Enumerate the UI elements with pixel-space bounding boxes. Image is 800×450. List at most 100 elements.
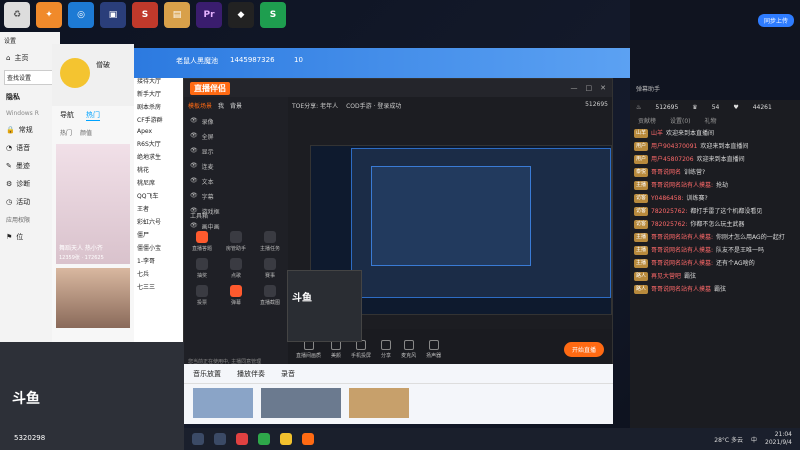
eye-icon[interactable]: 👁 bbox=[190, 177, 198, 186]
search-tool-icon[interactable]: S bbox=[132, 2, 158, 28]
subtab-looks[interactable]: 颜值 bbox=[80, 128, 92, 137]
tab-me[interactable]: 我 bbox=[218, 101, 224, 110]
tab-bg[interactable]: 背景 bbox=[230, 101, 242, 110]
group-item[interactable]: 僵尸 bbox=[134, 228, 184, 241]
tool-button[interactable]: 点歌 bbox=[222, 258, 250, 279]
danmu-username[interactable]: 哥哥说网名站有人摸墓: bbox=[651, 259, 713, 268]
strip-tab[interactable]: 音乐放置 bbox=[193, 369, 221, 379]
settings-item-ink[interactable]: ✎ 墨迹 bbox=[0, 157, 60, 175]
eye-icon[interactable]: 👁 bbox=[190, 192, 198, 201]
danmu-username[interactable]: 哥哥说网名站有人摸墓: bbox=[651, 181, 713, 190]
danmu-username[interactable]: 哥哥说网名站有人摸墓: bbox=[651, 233, 713, 242]
danmu-username[interactable]: 哥哥说网名站有人摸墓: bbox=[651, 246, 713, 255]
ime-indicator[interactable]: 中 bbox=[751, 435, 757, 444]
group-item[interactable]: R6S大厅 bbox=[134, 137, 184, 150]
group-item[interactable]: 桃尼席 bbox=[134, 176, 184, 189]
tab-hot[interactable]: 热门 bbox=[86, 110, 100, 121]
close-icon[interactable]: ✕ bbox=[600, 84, 606, 92]
tab-template[interactable]: 模板场景 bbox=[188, 101, 212, 110]
settings-item-diag[interactable]: ⚙ 诊断 bbox=[0, 175, 60, 193]
excel-icon[interactable]: S bbox=[260, 2, 286, 28]
tool-button[interactable]: 直播截图 bbox=[256, 285, 284, 306]
subtab-hot[interactable]: 热门 bbox=[60, 128, 72, 137]
minimize-icon[interactable]: — bbox=[571, 84, 578, 92]
control-button[interactable]: 麦克风 bbox=[401, 339, 416, 359]
danmu-username[interactable]: 山羊 bbox=[651, 129, 663, 138]
group-item[interactable]: 桃花 bbox=[134, 163, 184, 176]
scene-item[interactable]: 👁 连麦 bbox=[184, 159, 288, 174]
eye-icon[interactable]: 👁 bbox=[190, 117, 198, 126]
danmu-username[interactable]: 782025762: bbox=[651, 207, 687, 216]
eye-icon[interactable]: 👁 bbox=[190, 132, 198, 141]
premiere-icon[interactable]: Pr bbox=[196, 2, 222, 28]
browser-icon[interactable]: ◎ bbox=[68, 2, 94, 28]
tool-button[interactable]: 房管助手 bbox=[222, 231, 250, 252]
netease-music-icon[interactable] bbox=[236, 433, 248, 445]
control-button[interactable]: 手机投屏 bbox=[351, 339, 371, 359]
tool-button[interactable]: 赛事 bbox=[256, 258, 284, 279]
group-item[interactable]: 新手大厅 bbox=[134, 87, 184, 100]
tool-button[interactable]: 直播答题 bbox=[188, 231, 216, 252]
settings-item-activity[interactable]: ◷ 活动 bbox=[0, 193, 60, 211]
danmu-username[interactable]: 哥哥说网名 bbox=[651, 168, 681, 177]
danmu-username[interactable]: 用户904370091 bbox=[651, 142, 697, 151]
eye-icon[interactable]: 👁 bbox=[190, 147, 198, 156]
thumb[interactable] bbox=[261, 388, 341, 418]
sync-button[interactable]: 同步上传 bbox=[757, 14, 794, 27]
folder-icon[interactable]: ▤ bbox=[164, 2, 190, 28]
start-stream-button[interactable]: 开始直播 bbox=[563, 341, 604, 357]
group-item[interactable]: 王者 bbox=[134, 202, 184, 215]
group-item[interactable]: 七兵 bbox=[134, 267, 184, 280]
scene-item[interactable]: 👁 录像 bbox=[184, 114, 288, 129]
strip-tab[interactable]: 播放伴奏 bbox=[237, 369, 265, 379]
strip-tab[interactable]: 录音 bbox=[281, 369, 295, 379]
live-card[interactable]: 舞蹈天人 热小齐 12359张 · 172625 bbox=[56, 144, 130, 264]
control-button[interactable]: 直播间画质 bbox=[296, 339, 321, 359]
settings-search[interactable]: 查找设置 bbox=[4, 70, 56, 85]
group-item[interactable]: 1-李哥 bbox=[134, 254, 184, 267]
tab-nav[interactable]: 导航 bbox=[60, 110, 74, 121]
control-button[interactable]: 分享 bbox=[381, 339, 391, 359]
danmu-username[interactable]: 用户45807206 bbox=[651, 155, 694, 164]
app-icon[interactable]: ✦ bbox=[36, 2, 62, 28]
group-item[interactable]: 彩虹六号 bbox=[134, 215, 184, 228]
group-item[interactable]: 剧本杀房 bbox=[134, 100, 184, 113]
thumb[interactable] bbox=[193, 388, 253, 418]
settings-home[interactable]: ⌂ 主页 bbox=[0, 49, 60, 67]
wechat-icon[interactable] bbox=[258, 433, 270, 445]
maximize-icon[interactable]: □ bbox=[586, 84, 593, 92]
game-icon[interactable]: ▣ bbox=[100, 2, 126, 28]
tool-button[interactable]: 主播任务 bbox=[256, 231, 284, 252]
thumb[interactable] bbox=[349, 388, 409, 418]
scene-item[interactable]: 👁 显示 bbox=[184, 144, 288, 159]
recycle-bin-icon[interactable]: ♻ bbox=[4, 2, 30, 28]
control-button[interactable]: 美颜 bbox=[331, 339, 341, 359]
danmu-username[interactable]: Y0486458: bbox=[651, 194, 683, 203]
group-item[interactable]: 僵僵小宝 bbox=[134, 241, 184, 254]
companion-taskbar-icon[interactable] bbox=[302, 433, 314, 445]
eye-icon[interactable]: 👁 bbox=[190, 162, 198, 171]
danmu-username[interactable]: 再见大营吧 bbox=[651, 272, 681, 281]
scene-item[interactable]: 👁 文本 bbox=[184, 174, 288, 189]
tool-button[interactable]: 抽奖 bbox=[188, 258, 216, 279]
control-button[interactable]: 扬声器 bbox=[426, 339, 441, 359]
clock[interactable]: 21:04 2021/9/4 bbox=[765, 431, 792, 447]
tool-button[interactable]: 弹幕 bbox=[222, 285, 250, 306]
start-icon[interactable] bbox=[192, 433, 204, 445]
taskbar-app[interactable] bbox=[214, 433, 226, 445]
group-item[interactable]: QQ飞车 bbox=[134, 189, 184, 202]
scene-item[interactable]: 👁 字幕 bbox=[184, 189, 288, 204]
douyu-icon[interactable] bbox=[280, 433, 292, 445]
weather-text[interactable]: 28°C 多云 bbox=[714, 435, 743, 444]
avatar[interactable] bbox=[60, 58, 90, 88]
live-card-2[interactable] bbox=[56, 268, 130, 328]
danmu-username[interactable]: 哥哥说网名站有人摸墓 bbox=[651, 285, 711, 294]
group-item[interactable]: 绝地求生 bbox=[134, 150, 184, 163]
group-item[interactable]: CF手游群 bbox=[134, 113, 184, 126]
tab-rank[interactable]: 贡献榜 bbox=[638, 116, 656, 125]
settings-item-general[interactable]: 🔒 常规 bbox=[0, 121, 60, 139]
tool-button[interactable]: 投票 bbox=[188, 285, 216, 306]
scene-item[interactable]: 👁 全屏 bbox=[184, 129, 288, 144]
danmu-username[interactable]: 782025762: bbox=[651, 220, 687, 229]
tab-settings[interactable]: 设置(0) bbox=[670, 116, 691, 125]
